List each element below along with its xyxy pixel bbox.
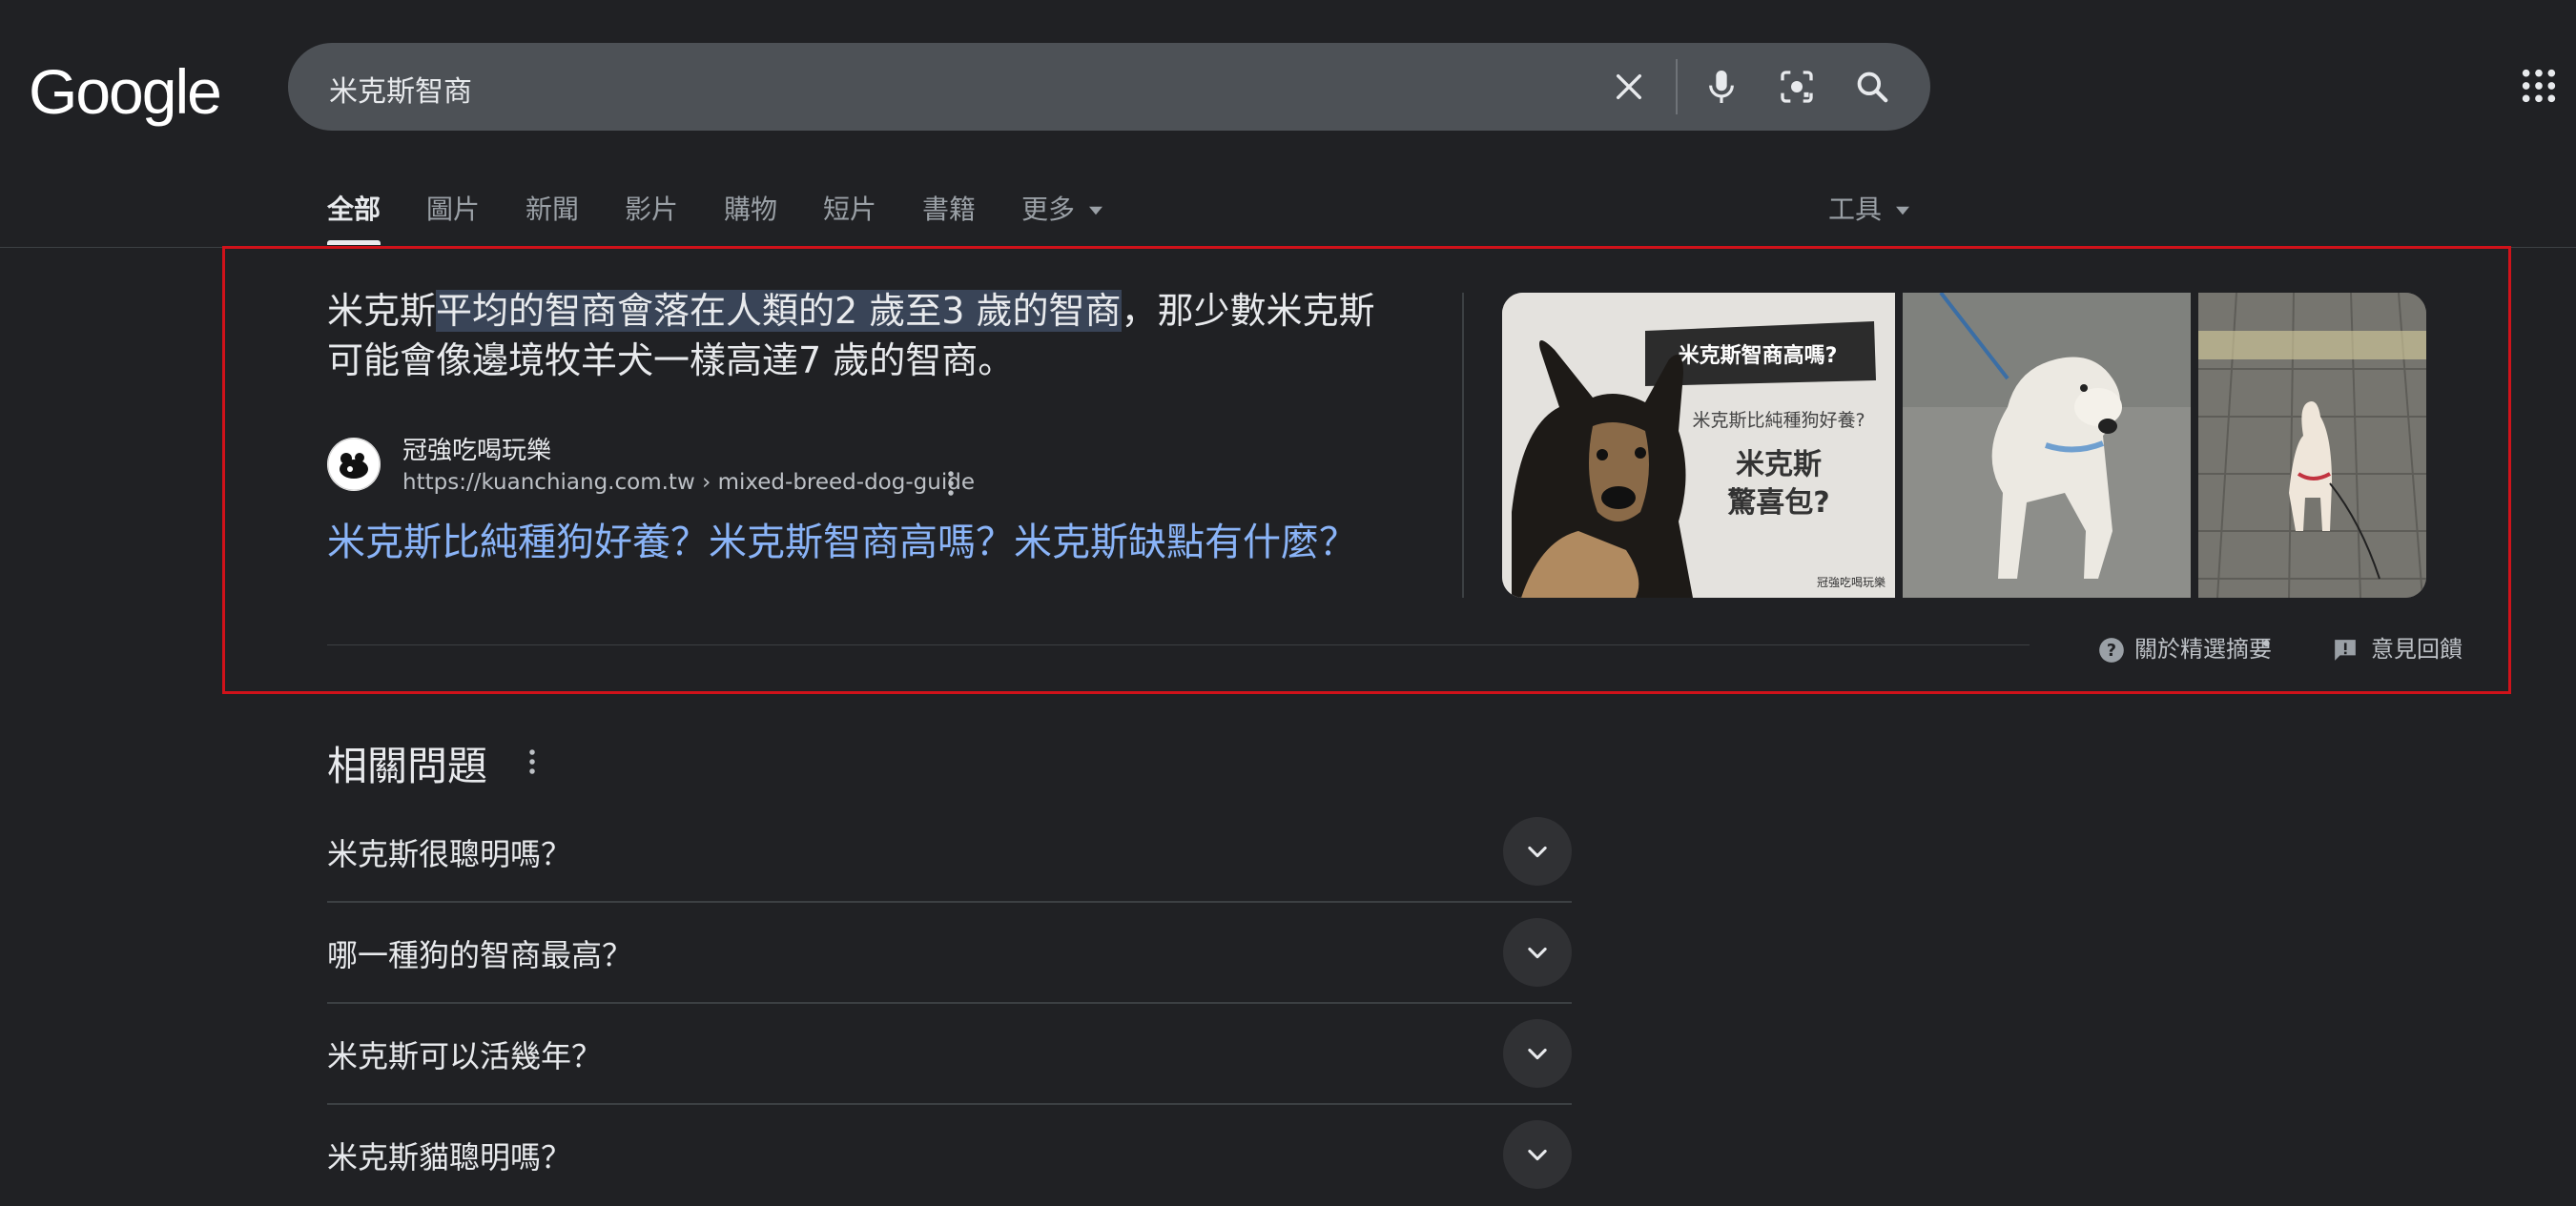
snippet-divider (1462, 293, 1464, 598)
expand-button[interactable] (1503, 817, 1572, 886)
tools-button[interactable]: 工具 (1828, 189, 1909, 227)
about-featured-snippet-link[interactable]: ? 關於精選摘要 (2098, 630, 2272, 664)
source-name[interactable]: 冠強吃喝玩樂 (402, 431, 551, 466)
image-title-line2: 驚喜包? (1727, 486, 1829, 520)
tools-label: 工具 (1828, 194, 1883, 225)
image-banner-text: 米克斯智商高嗎? (1679, 343, 1838, 368)
svg-text:?: ? (2107, 642, 2116, 661)
tab-all[interactable]: 全部 (327, 189, 381, 227)
tab-shopping[interactable]: 購物 (724, 189, 777, 227)
expand-button[interactable] (1503, 918, 1572, 987)
image-subtitle-text: 米克斯比純種狗好養? (1692, 410, 1865, 431)
related-question-text: 米克斯貓聰明嗎？ (327, 1139, 572, 1175)
feedback-label: 意見回饋 (2371, 636, 2463, 663)
tab-images[interactable]: 圖片 (426, 189, 480, 227)
snippet-images[interactable]: 米克斯智商高嗎? 米克斯比純種狗好養? 米克斯 驚喜包? 冠強吃喝玩樂 (1502, 293, 2426, 598)
microphone-icon[interactable] (1698, 63, 1745, 111)
tab-videos[interactable]: 影片 (625, 189, 678, 227)
expand-button[interactable] (1503, 1019, 1572, 1088)
dropdown-arrow-icon (1895, 206, 1909, 215)
google-logo[interactable]: Google (29, 55, 222, 128)
related-question-item[interactable]: 米克斯可以活幾年？ (327, 1004, 1572, 1105)
snippet-bottom-divider (327, 644, 2030, 645)
dropdown-arrow-icon (1088, 206, 1103, 215)
related-question-item[interactable]: 哪一種狗的智商最高？ (327, 903, 1572, 1004)
result-title-link[interactable]: 米克斯比純種狗好養？米克斯智商高嗎？米克斯缺點有什麼？ (327, 511, 1357, 566)
tab-news[interactable]: 新聞 (526, 189, 579, 227)
clear-icon[interactable] (1605, 63, 1653, 111)
more-options-icon[interactable] (944, 469, 958, 498)
related-question-text: 哪一種狗的智商最高？ (327, 937, 633, 973)
snippet-answer: 米克斯平均的智商會落在人類的2 歲至3 歲的智商，那少數米克斯可能會像邊境牧羊犬… (327, 286, 1405, 385)
snippet-image-dog-banner[interactable]: 米克斯智商高嗎? 米克斯比純種狗好養? 米克斯 驚喜包? 冠強吃喝玩樂 (1502, 293, 1895, 598)
about-label: 關於精選摘要 (2134, 636, 2272, 663)
chevron-down-icon (1528, 947, 1547, 959)
tab-more[interactable]: 更多 (1021, 189, 1103, 227)
separator-dot: • (2260, 633, 2273, 657)
source-url[interactable]: https://kuanchiang.com.tw › mixed-breed-… (402, 470, 975, 495)
chevron-down-icon (1528, 1149, 1547, 1161)
snippet-image-small-dog[interactable] (2198, 293, 2426, 598)
apps-grid-icon[interactable] (2520, 67, 2558, 105)
feedback-icon (2335, 640, 2356, 661)
active-tab-indicator (327, 240, 381, 245)
expand-button[interactable] (1503, 1120, 1572, 1189)
tab-more-label: 更多 (1021, 194, 1076, 225)
search-bar[interactable] (288, 43, 1930, 131)
answer-text: 米克斯 (327, 290, 437, 332)
camera-lens-icon[interactable] (1773, 63, 1821, 111)
image-title-line1: 米克斯 (1736, 448, 1822, 481)
tab-books[interactable]: 書籍 (922, 189, 976, 227)
help-icon: ? (2099, 638, 2124, 663)
source-favicon[interactable] (327, 438, 381, 491)
related-question-item[interactable]: 米克斯很聰明嗎？ (327, 802, 1572, 903)
snippet-image-white-dog[interactable] (1903, 293, 2191, 598)
feedback-link[interactable]: 意見回饋 (2333, 630, 2463, 664)
image-watermark: 冠強吃喝玩樂 (1817, 575, 1886, 589)
related-question-text: 米克斯很聰明嗎？ (327, 836, 572, 872)
search-input[interactable]: 米克斯智商 (329, 68, 472, 110)
more-options-icon[interactable] (526, 747, 538, 776)
chevron-down-icon (1528, 846, 1547, 858)
related-question-text: 米克斯可以活幾年？ (327, 1038, 603, 1074)
search-icon[interactable] (1848, 63, 1896, 111)
chevron-down-icon (1528, 1048, 1547, 1060)
related-question-item[interactable]: 米克斯貓聰明嗎？ (327, 1105, 1572, 1206)
answer-highlight: 平均的智商會落在人類的2 歲至3 歲的智商 (436, 290, 1122, 332)
tab-shorts[interactable]: 短片 (823, 189, 876, 227)
related-questions-title: 相關問題 (327, 743, 488, 789)
search-divider (1676, 59, 1678, 114)
